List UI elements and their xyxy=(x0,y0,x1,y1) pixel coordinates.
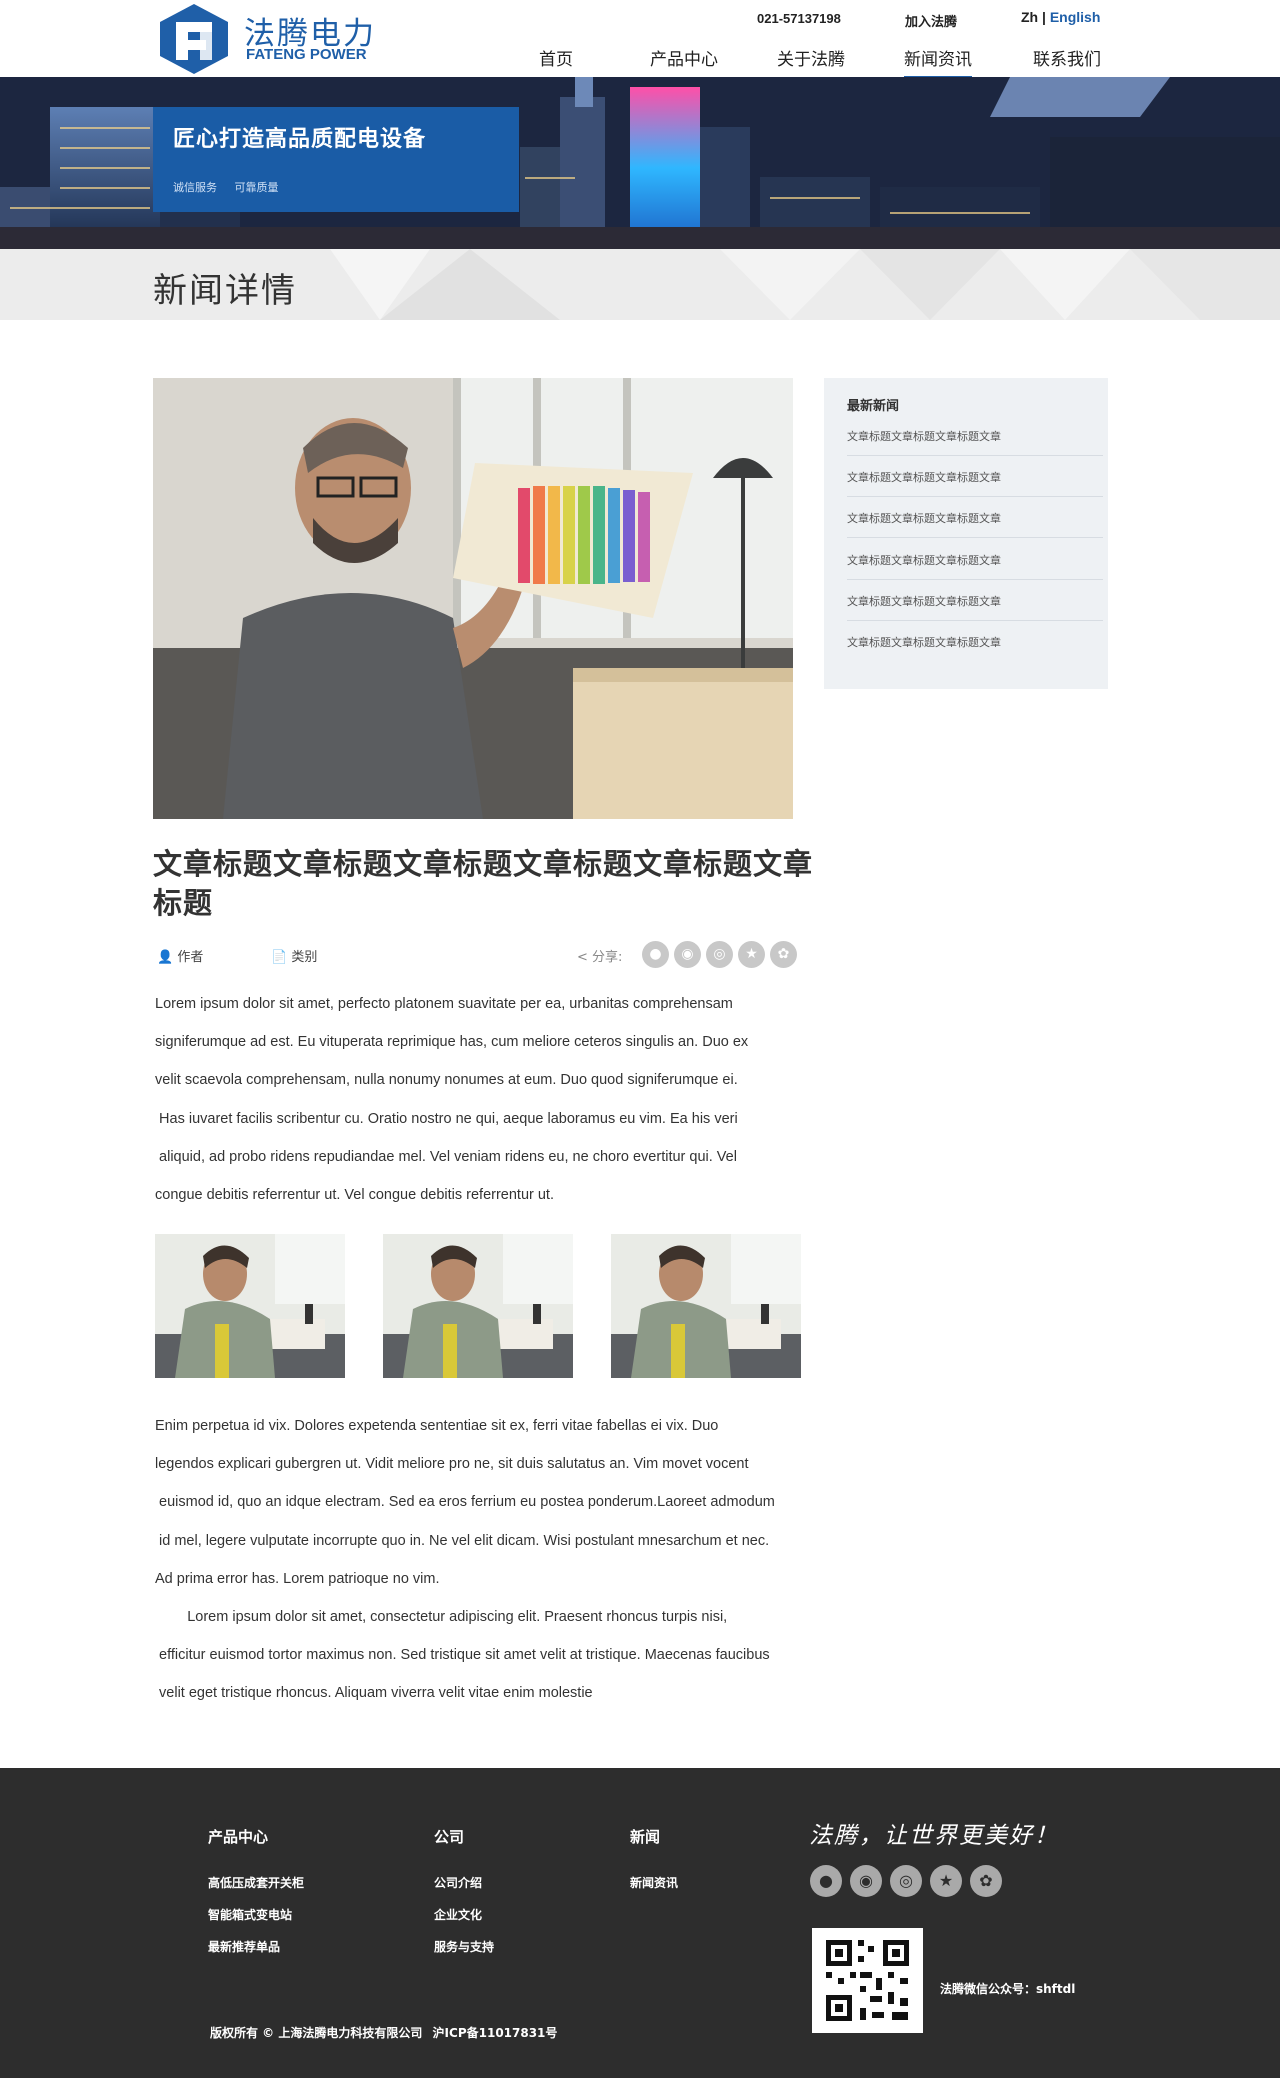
wechat-qr-code xyxy=(812,1928,923,2033)
footer-news-title: 新闻 xyxy=(630,1828,661,1846)
gallery-thumb[interactable] xyxy=(155,1234,345,1378)
sidebar-news-item[interactable]: 文章标题文章标题文章标题文章 xyxy=(847,621,1103,662)
body-line: Lorem ipsum dolor sit amet, consectetur … xyxy=(155,1609,728,1626)
sidebar-news-item[interactable]: 文章标题文章标题文章标题文章 xyxy=(847,415,1103,456)
star-icon[interactable]: ★ xyxy=(738,941,765,968)
logo-text-en: FATENG POWER xyxy=(246,46,367,63)
copyright-text: 版权所有 © 上海法腾电力科技有限公司 xyxy=(210,2026,423,2040)
phone-number: 021-57137198 xyxy=(757,11,841,26)
lang-en-link[interactable]: English xyxy=(1050,9,1101,25)
share-label: 分享: xyxy=(592,950,623,965)
author-label: 作者 xyxy=(177,950,204,965)
wechat-account-label: 法腾微信公众号：shftdl xyxy=(940,1982,1076,1996)
lang-zh-link[interactable]: Zh xyxy=(1021,9,1038,25)
body-line: Ad prima error has. Lorem patrioque no v… xyxy=(155,1570,440,1587)
sidebar-news-item[interactable]: 文章标题文章标题文章标题文章 xyxy=(847,580,1103,621)
sidebar-news-item[interactable]: 文章标题文章标题文章标题文章 xyxy=(847,497,1103,538)
document-icon: 📄 xyxy=(271,950,288,965)
body-line: id mel, legere vulputate incorrupte quo … xyxy=(155,1532,770,1549)
logo-mark-icon xyxy=(160,4,228,74)
footer-social-icons: ● ◉ ◎ ★ ✿ xyxy=(810,1865,1010,1897)
body-line: euismod id, quo an idque electram. Sed e… xyxy=(155,1494,775,1511)
nav-home[interactable]: 首页 xyxy=(539,45,573,76)
weibo-icon[interactable]: ◎ xyxy=(706,941,733,968)
qq-icon[interactable]: ● xyxy=(642,941,669,968)
body-line: aliquid, ad probo ridens repudiandae mel… xyxy=(155,1148,737,1165)
footer-link[interactable]: 智能箱式变电站 xyxy=(208,1906,292,1923)
body-line: velit scaevola comprehensam, nulla nonum… xyxy=(155,1072,738,1089)
nav-news[interactable]: 新闻资讯 xyxy=(904,45,972,79)
body-line: Enim perpetua id vix. Dolores expetenda … xyxy=(155,1418,719,1434)
body-line: efficitur euismod tortor maximus non. Se… xyxy=(155,1647,770,1664)
article-meta: 👤 作者 📄 类别 < 分享: ● ◉ ◎ ★ ✿ xyxy=(153,941,803,969)
footer-company-title: 公司 xyxy=(434,1828,465,1846)
nav-products[interactable]: 产品中心 xyxy=(650,45,718,76)
page-title-strip: 新闻详情 xyxy=(0,249,1280,320)
wechat-icon[interactable]: ◉ xyxy=(674,941,701,968)
footer-link[interactable]: 服务与支持 xyxy=(434,1938,494,1955)
article-title: 文章标题文章标题文章标题文章标题文章标题文章标题 xyxy=(153,847,814,920)
nav-contact[interactable]: 联系我们 xyxy=(1033,45,1101,76)
gallery-thumb[interactable] xyxy=(383,1234,573,1378)
banner-slogan-box: 匠心打造高品质配电设备 诚信服务 可靠质量 xyxy=(153,107,519,212)
sidebar-news-item[interactable]: 文章标题文章标题文章标题文章 xyxy=(847,539,1103,580)
banner-sub-quality: 可靠质量 xyxy=(234,181,279,194)
site-footer: 产品中心 高低压成套开关柜 智能箱式变电站 最新推荐单品 公司 公司介绍 企业文… xyxy=(0,1768,1280,2078)
site-header: 法腾电力 FATENG POWER 021-57137198 加入法腾 Zh |… xyxy=(0,0,1280,79)
banner-sub-service: 诚信服务 xyxy=(173,181,217,194)
footer-link[interactable]: 企业文化 xyxy=(434,1906,482,1923)
article-body-part-2: Enim perpetua id vix. Dolores expetenda … xyxy=(155,1407,805,1713)
footer-link[interactable]: 新闻资讯 xyxy=(630,1874,678,1891)
language-switch: Zh | English xyxy=(1021,9,1100,25)
gallery-thumb[interactable] xyxy=(611,1234,801,1378)
footer-link[interactable]: 高低压成套开关柜 xyxy=(208,1874,304,1891)
star-icon[interactable]: ★ xyxy=(930,1865,962,1897)
user-icon: 👤 xyxy=(157,950,174,965)
body-line: velit eget tristique rhoncus. Aliquam vi… xyxy=(155,1685,593,1702)
qq-icon[interactable]: ● xyxy=(810,1865,842,1897)
share-icon: < xyxy=(577,950,588,965)
body-line: Has iuvaret facilis scribentur cu. Orati… xyxy=(155,1110,738,1127)
wechat-icon[interactable]: ◉ xyxy=(850,1865,882,1897)
footer-link[interactable]: 公司介绍 xyxy=(434,1874,482,1891)
body-line: congue debitis referrentur ut. Vel congu… xyxy=(155,1187,554,1204)
article-category: 📄 类别 xyxy=(271,946,317,965)
nav-about[interactable]: 关于法腾 xyxy=(777,45,845,76)
body-line: Lorem ipsum dolor sit amet, perfecto pla… xyxy=(155,996,733,1012)
article-gallery xyxy=(155,1234,805,1378)
article-author: 👤 作者 xyxy=(157,946,203,965)
sidebar-news-item[interactable]: 文章标题文章标题文章标题文章 xyxy=(847,456,1103,497)
category-label: 类别 xyxy=(291,950,318,965)
copyright: 版权所有 © 上海法腾电力科技有限公司 沪ICP备11017831号 xyxy=(210,2024,563,2041)
baidu-icon[interactable]: ✿ xyxy=(970,1865,1002,1897)
icp-number[interactable]: 沪ICP备11017831号 xyxy=(433,2026,558,2040)
page-title: 新闻详情 xyxy=(153,271,297,311)
article-body-part-1: Lorem ipsum dolor sit amet, perfecto pla… xyxy=(155,985,805,1214)
latest-news-sidebar: 最新新闻 文章标题文章标题文章标题文章 文章标题文章标题文章标题文章 文章标题文… xyxy=(824,378,1108,689)
body-line: signiferumque ad est. Eu vituperata repr… xyxy=(155,1034,749,1051)
footer-products-title: 产品中心 xyxy=(208,1828,269,1846)
baidu-icon[interactable]: ✿ xyxy=(770,941,797,968)
weibo-icon[interactable]: ◎ xyxy=(890,1865,922,1897)
banner-subtitle: 诚信服务 可靠质量 xyxy=(173,179,293,195)
lang-separator: | xyxy=(1038,9,1050,25)
article-hero-image xyxy=(153,378,793,819)
footer-link[interactable]: 最新推荐单品 xyxy=(208,1938,280,1955)
logo[interactable]: 法腾电力 FATENG POWER xyxy=(156,2,376,74)
sidebar-title: 最新新闻 xyxy=(847,399,900,414)
body-line: legendos explicari gubergren ut. Vidit m… xyxy=(155,1456,749,1473)
banner: 匠心打造高品质配电设备 诚信服务 可靠质量 xyxy=(0,77,1280,249)
footer-slogan: 法腾，让世界更美好！ xyxy=(809,1823,1059,1849)
join-link[interactable]: 加入法腾 xyxy=(905,11,957,30)
share-label-wrap: < 分享: xyxy=(577,946,622,965)
banner-title: 匠心打造高品质配电设备 xyxy=(173,127,427,152)
